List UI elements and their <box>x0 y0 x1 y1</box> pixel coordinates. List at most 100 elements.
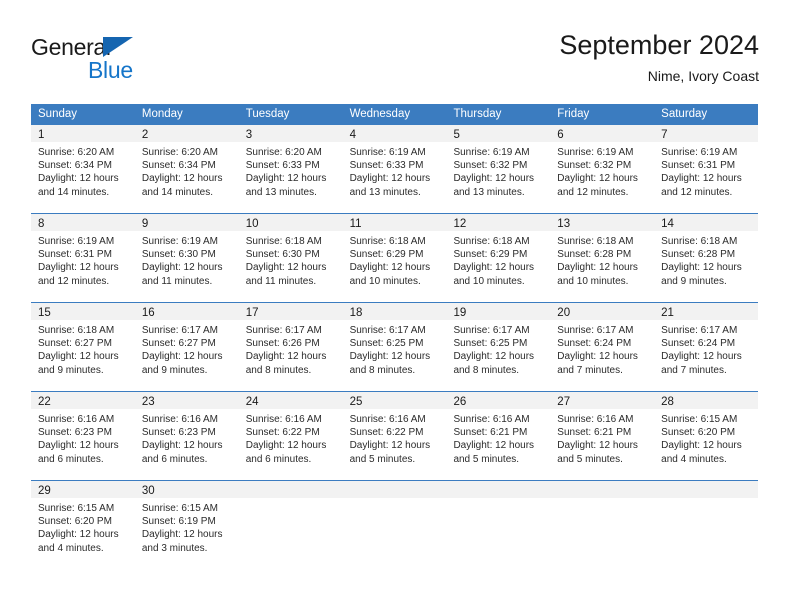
day-number-band: 15 <box>31 303 135 320</box>
sunrise-text: Sunrise: 6:18 AM <box>661 236 738 247</box>
day-number: 8 <box>38 218 45 230</box>
sunset-text: Sunset: 6:31 PM <box>38 249 112 261</box>
daylight-text-line2: and 6 minutes. <box>38 453 104 465</box>
day-cell[interactable]: 7 Sunrise: 6:19 AM Sunset: 6:31 PM Daylight… <box>654 125 759 213</box>
day-cell[interactable]: 10 Sunrise: 6:18 AM Sunset: 6:30 PM Dayligh… <box>238 214 343 302</box>
day-cell[interactable]: 17 Sunrise: 6:17 AM Sunset: 6:26 PM Dayligh… <box>238 303 343 391</box>
day-cell[interactable]: 9 Sunrise: 6:19 AM Sunset: 6:30 PM Daylight… <box>134 214 239 302</box>
day-cell[interactable]: 2 Sunrise: 6:20 AM Sunset: 6:34 PM Daylight… <box>134 125 239 213</box>
day-number-band: 4 <box>342 125 447 142</box>
day-cell[interactable]: 30 Sunrise: 6:15 AM Sunset: 6:19 PM Dayligh… <box>134 481 239 569</box>
day-info: Sunrise: 6:15 AM Sunset: 6:19 PM Daylight:… <box>135 498 239 555</box>
day-cell[interactable]: 24 Sunrise: 6:16 AM Sunset: 6:22 PM Dayligh… <box>238 392 343 480</box>
day-number: 21 <box>661 307 674 319</box>
day-cell[interactable]: 3 Sunrise: 6:20 AM Sunset: 6:33 PM Daylight… <box>238 125 343 213</box>
day-cell[interactable]: 8 Sunrise: 6:19 AM Sunset: 6:31 PM Daylight… <box>31 214 135 302</box>
daylight-text-line1: Daylight: 12 hours <box>245 440 327 452</box>
day-info: Sunrise: 6:16 AM Sunset: 6:21 PM Daylight:… <box>550 409 654 466</box>
sunrise-text: Sunrise: 6:17 AM <box>453 325 530 336</box>
day-info: Sunrise: 6:18 AM Sunset: 6:30 PM Daylight:… <box>239 231 343 288</box>
day-header-tuesday: Tuesday <box>245 108 290 120</box>
day-cell[interactable]: 4 Sunrise: 6:19 AM Sunset: 6:33 PM Daylight… <box>342 125 447 213</box>
sunrise-text: Sunrise: 6:18 AM <box>349 236 426 247</box>
daylight-text-line2: and 9 minutes. <box>141 364 208 376</box>
day-info: Sunrise: 6:16 AM Sunset: 6:22 PM Daylight:… <box>343 409 447 466</box>
day-number-band: 3 <box>238 125 343 142</box>
day-info: Sunrise: 6:17 AM Sunset: 6:27 PM Daylight:… <box>135 320 239 377</box>
sunset-text: Sunset: 6:34 PM <box>38 160 112 172</box>
day-cell[interactable]: 27 Sunrise: 6:16 AM Sunset: 6:21 PM Dayligh… <box>550 392 655 480</box>
daylight-text-line2: and 12 minutes. <box>38 275 110 287</box>
daylight-text-line1: Daylight: 12 hours <box>38 440 119 452</box>
day-info: Sunrise: 6:20 AM Sunset: 6:34 PM Daylight:… <box>135 142 239 199</box>
day-number-band: 11 <box>342 214 447 231</box>
day-info: Sunrise: 6:18 AM Sunset: 6:29 PM Daylight:… <box>446 231 550 288</box>
day-cell[interactable]: 21 Sunrise: 6:17 AM Sunset: 6:24 PM Dayligh… <box>654 303 759 391</box>
daylight-text-line1: Daylight: 12 hours <box>38 262 119 274</box>
day-cell[interactable]: 23 Sunrise: 6:16 AM Sunset: 6:23 PM Dayligh… <box>134 392 239 480</box>
day-cell[interactable]: 12 Sunrise: 6:18 AM Sunset: 6:29 PM Dayligh… <box>446 214 551 302</box>
sunrise-text: Sunrise: 6:19 AM <box>453 147 530 158</box>
daylight-text-line2: and 5 minutes. <box>349 453 416 465</box>
day-cell[interactable]: 15 Sunrise: 6:18 AM Sunset: 6:27 PM Dayligh… <box>31 303 135 391</box>
day-cell[interactable]: 5 Sunrise: 6:19 AM Sunset: 6:32 PM Daylight… <box>446 125 551 213</box>
day-number: 2 <box>141 129 149 141</box>
calendar-week-cells: 22 Sunrise: 6:16 AM Sunset: 6:23 PM Dayligh… <box>31 392 759 480</box>
day-cell[interactable]: 18 Sunrise: 6:17 AM Sunset: 6:25 PM Dayligh… <box>342 303 447 391</box>
day-cell[interactable]: 11 Sunrise: 6:18 AM Sunset: 6:29 PM Dayligh… <box>342 214 447 302</box>
day-cell[interactable]: 20 Sunrise: 6:17 AM Sunset: 6:24 PM Dayligh… <box>550 303 655 391</box>
day-cell[interactable]: 13 Sunrise: 6:18 AM Sunset: 6:28 PM Dayligh… <box>550 214 655 302</box>
daylight-text-line1: Daylight: 12 hours <box>141 529 223 541</box>
daylight-text-line2: and 4 minutes. <box>661 453 727 465</box>
day-number-band: 30 <box>134 481 239 498</box>
day-number-band: 21 <box>654 303 759 320</box>
daylight-text-line2: and 12 minutes. <box>661 186 733 198</box>
daylight-text-line2: and 9 minutes. <box>661 275 727 287</box>
calendar-week-cells: 15 Sunrise: 6:18 AM Sunset: 6:27 PM Dayligh… <box>31 303 759 391</box>
sunset-text: Sunset: 6:27 PM <box>141 338 216 350</box>
day-number: 16 <box>141 307 155 319</box>
day-cell[interactable]: 6 Sunrise: 6:19 AM Sunset: 6:32 PM Daylight… <box>550 125 655 213</box>
sunrise-text: Sunrise: 6:20 AM <box>141 147 219 158</box>
day-number-band: 5 <box>446 125 551 142</box>
day-number: 6 <box>557 129 564 141</box>
daylight-text-line1: Daylight: 12 hours <box>141 351 223 363</box>
day-number-band: 1 <box>31 125 135 142</box>
daylight-text-line1: Daylight: 12 hours <box>349 173 431 185</box>
day-cell[interactable]: 28 Sunrise: 6:15 AM Sunset: 6:20 PM Dayligh… <box>654 392 759 480</box>
daylight-text-line2: and 5 minutes. <box>557 453 623 465</box>
daylight-text-line1: Daylight: 12 hours <box>557 262 638 274</box>
day-cell[interactable]: 26 Sunrise: 6:16 AM Sunset: 6:21 PM Dayligh… <box>446 392 551 480</box>
daylight-text-line1: Daylight: 12 hours <box>141 440 223 452</box>
day-cell[interactable]: 25 Sunrise: 6:16 AM Sunset: 6:22 PM Dayligh… <box>342 392 447 480</box>
sunrise-text: Sunrise: 6:16 AM <box>245 414 322 425</box>
day-number: 14 <box>661 218 674 230</box>
daylight-text-line2: and 8 minutes. <box>349 364 416 376</box>
day-number: 11 <box>349 218 362 230</box>
sunrise-text: Sunrise: 6:19 AM <box>661 147 738 158</box>
sunrise-text: Sunrise: 6:16 AM <box>38 414 115 425</box>
daylight-text-line1: Daylight: 12 hours <box>38 529 119 541</box>
calendar-week-cells: 29 Sunrise: 6:15 AM Sunset: 6:20 PM Dayligh… <box>31 481 759 569</box>
day-cell[interactable]: 1 Sunrise: 6:20 AM Sunset: 6:34 PM Daylight… <box>31 125 135 213</box>
daylight-text-line1: Daylight: 12 hours <box>245 173 327 185</box>
daylight-text-line1: Daylight: 12 hours <box>557 440 638 452</box>
day-number-band <box>238 481 343 498</box>
day-cell[interactable]: 14 Sunrise: 6:18 AM Sunset: 6:28 PM Dayligh… <box>654 214 759 302</box>
day-cell[interactable]: 22 Sunrise: 6:16 AM Sunset: 6:23 PM Dayligh… <box>31 392 135 480</box>
sunset-text: Sunset: 6:32 PM <box>557 160 632 172</box>
day-number: 17 <box>245 307 259 319</box>
page-header: General Blue September 2024 Nime, Ivory … <box>31 28 759 90</box>
day-number-band: 18 <box>342 303 447 320</box>
sunset-text: Sunset: 6:20 PM <box>38 516 112 528</box>
day-number-band: 20 <box>550 303 655 320</box>
sunrise-text: Sunrise: 6:16 AM <box>349 414 426 425</box>
sunset-text: Sunset: 6:33 PM <box>245 160 320 172</box>
daylight-text-line1: Daylight: 12 hours <box>141 262 223 274</box>
day-cell[interactable]: 29 Sunrise: 6:15 AM Sunset: 6:20 PM Dayligh… <box>31 481 135 569</box>
day-cell[interactable]: 19 Sunrise: 6:17 AM Sunset: 6:25 PM Dayligh… <box>446 303 551 391</box>
day-number: 24 <box>245 396 259 408</box>
day-cell[interactable]: 16 Sunrise: 6:17 AM Sunset: 6:27 PM Dayligh… <box>134 303 239 391</box>
sunrise-text: Sunrise: 6:20 AM <box>245 147 322 158</box>
day-info: Sunrise: 6:18 AM Sunset: 6:28 PM Daylight:… <box>654 231 758 288</box>
